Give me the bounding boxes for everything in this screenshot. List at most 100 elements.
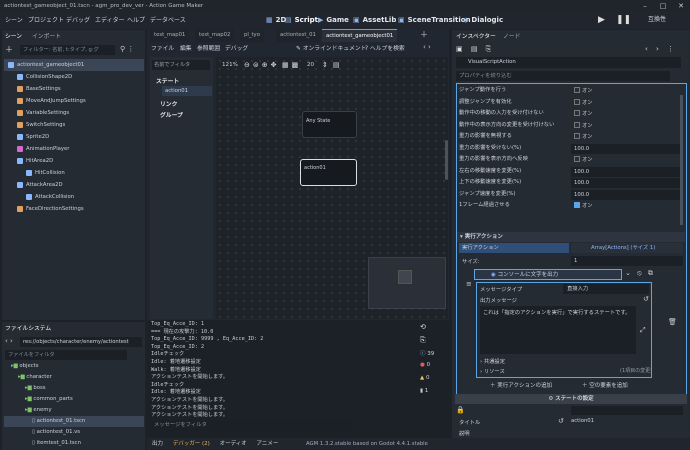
property-value[interactable]: オン xyxy=(571,109,683,119)
state-item[interactable]: action01 xyxy=(162,86,212,96)
workspace-game[interactable]: ▶ Game xyxy=(318,13,349,28)
play-icon[interactable]: ▶ xyxy=(598,13,612,27)
close-icon[interactable]: ✕ xyxy=(672,0,690,12)
maximize-icon[interactable]: □ xyxy=(654,0,672,12)
script-menu-debug[interactable]: デバッグ xyxy=(225,43,248,56)
graph-scrollbar[interactable] xyxy=(445,140,448,180)
log-count-info[interactable]: ⓘ 39 xyxy=(420,349,444,362)
inspector-scrollbar[interactable] xyxy=(680,95,683,225)
graph-node-action01[interactable]: action01 xyxy=(300,159,357,186)
size-input[interactable]: 1 xyxy=(571,256,683,266)
script-menu-scope[interactable]: 参照範囲 xyxy=(197,43,220,56)
menu-editor[interactable]: エディター xyxy=(95,12,125,29)
pause-icon[interactable]: ❚❚ xyxy=(616,13,631,27)
tab-inspector[interactable]: インスペクター xyxy=(456,31,496,44)
file-item[interactable]: ▯ itemtest_01.tscn xyxy=(4,438,144,449)
title-value[interactable]: action01 xyxy=(571,418,594,424)
scene-node[interactable]: BaseSettings xyxy=(4,83,144,95)
file-item[interactable]: ▸▆ enemy xyxy=(4,405,144,416)
scene-node[interactable]: AttackCollision xyxy=(4,191,144,203)
menu-help[interactable]: ヘルプ xyxy=(127,12,145,29)
tab-scene[interactable]: シーン xyxy=(5,31,22,44)
scene-node[interactable]: Sprite2D xyxy=(4,131,144,143)
inspector-toolbar-icons[interactable]: ▣ ▤ ⎘ xyxy=(456,45,494,54)
file-item[interactable]: ▯ actiontest_01.tscn xyxy=(4,416,144,427)
scene-filter-input[interactable]: フィルター: 名前, t:タイプ, g:グ xyxy=(20,45,115,55)
log-count-message[interactable]: ▮ 1 xyxy=(420,388,444,401)
editor-tab[interactable]: test_map02 xyxy=(195,29,235,42)
online-doc-button[interactable]: ✎ オンラインドキュメント xyxy=(296,43,366,56)
property-value[interactable]: オン xyxy=(571,121,683,131)
reset-icon[interactable]: ↺ xyxy=(643,295,649,303)
menu-database[interactable]: データベース xyxy=(150,12,186,29)
zoom-controls-icon[interactable]: ⊖⊜⊕✥ xyxy=(244,61,279,69)
log-count-warning[interactable]: ▲ 0 xyxy=(420,375,444,388)
file-item[interactable]: ▸▆ character xyxy=(4,372,144,383)
action-item[interactable]: ◉ コンソールに文字を出力 xyxy=(474,269,622,280)
bottom-tab-animation[interactable]: アニメー xyxy=(256,441,278,447)
scene-node[interactable]: actiontest_gameobject01 xyxy=(4,59,144,71)
editor-tab[interactable]: pl_tyo xyxy=(240,29,264,42)
msg-type-select[interactable]: 直接入力 xyxy=(563,284,649,294)
minimap-viewport[interactable] xyxy=(398,270,412,284)
state-id-field[interactable] xyxy=(571,406,683,415)
inspected-node[interactable]: VisualScriptAction xyxy=(456,57,681,68)
output-filter-input[interactable]: メッセージをフィルタ xyxy=(151,420,351,431)
file-item[interactable]: ▸▆ boss xyxy=(4,383,144,394)
workspace-assetlib[interactable]: ▣ AssetLib xyxy=(353,13,396,28)
property-value[interactable]: オン xyxy=(571,201,683,211)
nav-arrows-icon[interactable]: ‹ › xyxy=(423,43,431,51)
scene-node[interactable]: HitCollision xyxy=(4,167,144,179)
file-item[interactable]: ▸▆ objects xyxy=(4,361,144,372)
property-value[interactable]: 100.0 xyxy=(571,178,683,188)
bottom-tab-output[interactable]: 出力 xyxy=(152,441,163,447)
scene-node[interactable]: SwitchSettings xyxy=(4,119,144,131)
path-field[interactable]: res://objects/character/enemy/actiontest xyxy=(20,337,142,347)
workspace-2d[interactable]: ▦ 2D xyxy=(266,13,286,28)
workspace-script[interactable]: ▤ Script xyxy=(285,13,318,28)
script-menu-edit[interactable]: 編集 xyxy=(180,43,192,56)
history-icons[interactable]: ‹ › ⋮ xyxy=(645,45,677,53)
menu-project[interactable]: プロジェクト xyxy=(28,12,64,29)
tab-node[interactable]: ノード xyxy=(503,31,520,44)
add-tab-icon[interactable]: ＋ xyxy=(420,29,428,40)
shared-settings[interactable]: › 共通設定 xyxy=(480,357,505,365)
copy-icon[interactable]: ⎘ xyxy=(420,336,444,349)
snap-value[interactable]: 20 xyxy=(307,62,314,68)
state-settings-header[interactable]: ⚙ ステートの設定 xyxy=(455,394,687,404)
clear-icon[interactable]: ⟲ xyxy=(420,323,444,336)
help-search-button[interactable]: ? ヘルプを検索 xyxy=(365,43,405,56)
scene-node[interactable]: CollisionShape2D xyxy=(4,71,144,83)
drag-handle-icon[interactable]: ≡ xyxy=(466,280,472,288)
property-value[interactable]: オン xyxy=(571,86,683,96)
graph-node-any-state[interactable]: Any State xyxy=(302,111,357,138)
editor-tab-active[interactable]: actiontest_gameobject01 xyxy=(322,29,398,42)
workspace-dialogic[interactable]: ◈ Dialogic xyxy=(463,13,503,28)
file-item[interactable]: ▸▆ common_parts xyxy=(4,394,144,405)
section-exec-header[interactable]: ▾ 実行アクション xyxy=(457,232,685,242)
minimize-icon[interactable]: – xyxy=(636,0,654,12)
workspace-scene-transition[interactable]: ▣ SceneTransition xyxy=(398,13,471,28)
state-filter-input[interactable]: 名前でフィルタ xyxy=(152,60,210,70)
script-menu-file[interactable]: ファイル xyxy=(151,43,174,56)
property-filter-input[interactable]: プロパティを絞り込む xyxy=(456,71,670,81)
add-node-icon[interactable]: ＋ xyxy=(5,45,15,55)
resource-section[interactable]: › リソース xyxy=(480,367,505,375)
scene-node[interactable]: FaceDirectionSettings xyxy=(4,203,144,215)
scene-node[interactable]: AnimationPlayer xyxy=(4,143,144,155)
property-value[interactable]: オン xyxy=(571,132,683,142)
expand-textarea-icon[interactable]: ⤢ xyxy=(640,326,646,335)
add-action-button[interactable]: ＋ 実行アクションの追加 xyxy=(490,381,552,389)
scene-node[interactable]: HitArea2D xyxy=(4,155,144,167)
menu-scene[interactable]: シーン xyxy=(5,12,23,29)
scene-node[interactable]: AttackArea2D xyxy=(4,179,144,191)
filter-options-icon[interactable]: ⚲ ⋮ xyxy=(120,45,134,53)
file-filter-input[interactable]: ファイルをフィルタ xyxy=(5,350,127,360)
log-count-error[interactable]: ● 0 xyxy=(420,362,444,375)
property-value[interactable]: 100.0 xyxy=(571,189,683,200)
editor-tab[interactable]: test_map01 xyxy=(150,29,190,42)
out-msg-textarea[interactable]: これは「指定のアクションを実行」で実行するステートです。 xyxy=(480,306,636,354)
property-value[interactable]: 100.0 xyxy=(571,143,683,154)
property-value[interactable]: オン xyxy=(571,98,683,108)
editor-tab[interactable]: actiontest_01 xyxy=(276,29,320,42)
